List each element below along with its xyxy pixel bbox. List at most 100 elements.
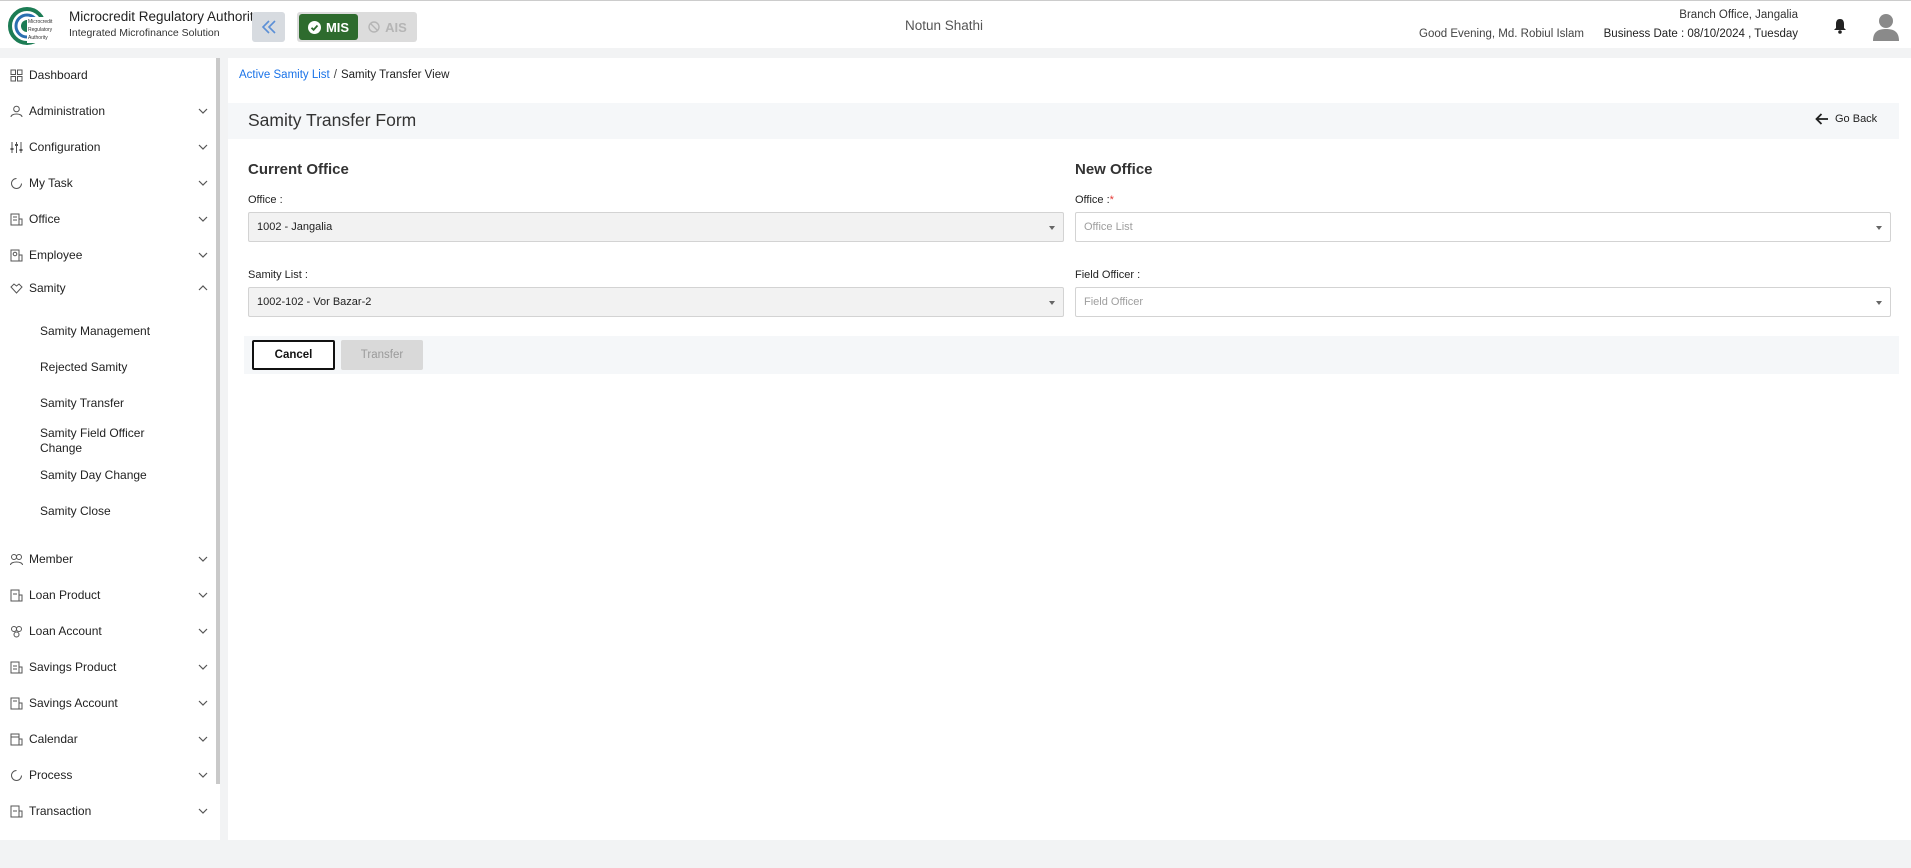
- mra-logo: Microcredit Regulatory Authority: [8, 7, 60, 45]
- sidebar-item-label: Dashboard: [29, 68, 88, 82]
- sidebar-item-my-task[interactable]: My Task: [0, 168, 216, 198]
- user-avatar-icon[interactable]: [1873, 13, 1899, 41]
- sidebar-item-savings-product[interactable]: Savings Product: [0, 652, 216, 682]
- current-office-select[interactable]: 1002 - Jangalia: [248, 212, 1064, 242]
- sidebar-item-member[interactable]: Member: [0, 544, 216, 574]
- caret-down-icon: [1876, 226, 1882, 230]
- office-icon: [10, 213, 23, 225]
- sidebar-item-transaction[interactable]: Transaction: [0, 796, 216, 826]
- sidebar-item-configuration[interactable]: Configuration: [0, 132, 216, 162]
- sidebar-subitem-samity-close[interactable]: Samity Close: [40, 504, 111, 519]
- org-name: Microcredit Regulatory Authority: [69, 9, 261, 24]
- double-chevron-left-icon: [261, 20, 276, 34]
- process-icon: [11, 769, 23, 781]
- form-header-bar: [228, 103, 1899, 139]
- caret-down-icon: [1876, 301, 1882, 305]
- loan-account-icon: [11, 625, 22, 637]
- main-content: [228, 58, 1911, 840]
- sliders-icon: [10, 141, 23, 153]
- field-officer-placeholder: Field Officer: [1084, 296, 1144, 308]
- arrow-left-icon: [1815, 113, 1828, 125]
- sidebar-item-label: Office: [29, 212, 61, 226]
- user-greeting: Good Evening, Md. Robiul Islam: [1419, 28, 1584, 40]
- sidebar-item-label: My Task: [29, 176, 73, 190]
- sidebar-item-label: Loan Account: [29, 624, 102, 638]
- sidebar-item-label: Member: [29, 552, 74, 566]
- breadcrumb: Active Samity List / Samity Transfer View: [239, 69, 449, 81]
- sidebar-item-process[interactable]: Process: [0, 760, 216, 790]
- required-asterisk: *: [1109, 194, 1114, 206]
- chevron-down-icon: [198, 664, 208, 670]
- sidebar-collapse-button[interactable]: [252, 12, 285, 42]
- svg-text:Authority: Authority: [28, 35, 48, 41]
- go-back-button[interactable]: Go Back: [1815, 113, 1877, 125]
- sidebar-item-label: Savings Product: [29, 660, 117, 674]
- chevron-up-icon: [198, 285, 208, 291]
- savings-product-icon: [10, 661, 23, 673]
- current-office-heading: Current Office: [248, 161, 349, 178]
- sidebar-subitem-samity-management[interactable]: Samity Management: [40, 324, 150, 339]
- transfer-button[interactable]: Transfer: [341, 340, 423, 370]
- sidebar-item-savings-account[interactable]: Savings Account: [0, 688, 216, 718]
- caret-down-icon: [1049, 301, 1055, 305]
- sidebar-item-administration[interactable]: Administration: [0, 96, 216, 126]
- sidebar-item-label: Process: [29, 768, 73, 782]
- samity-list-value: 1002-102 - Vor Bazar-2: [257, 296, 372, 308]
- sidebar-item-label: Employee: [29, 248, 83, 262]
- sidebar-item-office[interactable]: Office: [0, 204, 216, 234]
- field-officer-select[interactable]: Field Officer: [1075, 287, 1891, 317]
- new-office-heading: New Office: [1075, 161, 1153, 178]
- sidebar-subitem-rejected-samity[interactable]: Rejected Samity: [40, 360, 127, 375]
- mode-ais-label: AIS: [385, 19, 407, 35]
- samity-list-select[interactable]: 1002-102 - Vor Bazar-2: [248, 287, 1064, 317]
- go-back-label: Go Back: [1835, 113, 1878, 125]
- breadcrumb-link-active-samity-list[interactable]: Active Samity List: [239, 69, 330, 81]
- sidebar-item-samity[interactable]: Samity: [0, 273, 216, 303]
- ban-icon: [368, 21, 380, 33]
- transaction-icon: [10, 805, 23, 817]
- mode-toggle: MIS AIS: [297, 12, 417, 42]
- sidebar-item-label: Samity: [29, 281, 66, 295]
- sidebar-item-label: Savings Account: [29, 696, 118, 710]
- loan-product-icon: [10, 589, 23, 601]
- svg-text:Microcredit: Microcredit: [28, 19, 53, 25]
- sidebar-subitem-samity-transfer[interactable]: Samity Transfer: [40, 396, 124, 411]
- chevron-down-icon: [198, 772, 208, 778]
- employee-icon: [10, 249, 23, 261]
- business-date: Business Date : 08/10/2024 , Tuesday: [1603, 28, 1798, 40]
- chevron-down-icon: [198, 252, 208, 258]
- bell-icon[interactable]: [1833, 18, 1847, 34]
- samity-icon: [10, 282, 23, 294]
- chevron-down-icon: [198, 628, 208, 634]
- sidebar-item-calendar[interactable]: Calendar: [0, 724, 216, 754]
- caret-down-icon: [1049, 226, 1055, 230]
- sidebar-subitem-samity-field-officer-change[interactable]: Samity Field Officer Change: [40, 426, 170, 456]
- chevron-down-icon: [198, 556, 208, 562]
- chevron-down-icon: [198, 592, 208, 598]
- sidebar-scrollbar[interactable]: [216, 58, 220, 784]
- sidebar-item-label: Transaction: [29, 804, 92, 818]
- chevron-down-icon: [198, 216, 208, 222]
- chevron-down-icon: [198, 108, 208, 114]
- field-officer-label: Field Officer :: [1075, 269, 1141, 281]
- task-icon: [11, 177, 23, 189]
- sidebar-subitem-samity-day-change[interactable]: Samity Day Change: [40, 468, 147, 483]
- savings-account-icon: [10, 697, 23, 709]
- chevron-down-icon: [198, 736, 208, 742]
- dashboard-icon: [10, 69, 23, 81]
- sidebar-item-dashboard[interactable]: Dashboard: [0, 60, 216, 90]
- branch-office: Branch Office, Jangalia: [1679, 9, 1798, 21]
- new-office-select[interactable]: Office List: [1075, 212, 1891, 242]
- sidebar-item-loan-product[interactable]: Loan Product: [0, 580, 216, 610]
- sidebar-item-label: Configuration: [29, 140, 101, 154]
- current-office-value: 1002 - Jangalia: [257, 221, 333, 233]
- mode-ais-button[interactable]: AIS: [360, 14, 415, 40]
- mode-mis-label: MIS: [325, 19, 350, 35]
- sidebar: Dashboard Administration Configuration M…: [0, 58, 220, 840]
- sidebar-item-employee[interactable]: Employee: [0, 240, 216, 270]
- sidebar-item-loan-account[interactable]: Loan Account: [0, 616, 216, 646]
- chevron-down-icon: [198, 700, 208, 706]
- mode-mis-button[interactable]: MIS: [299, 14, 358, 40]
- form-actions-bar: [244, 336, 1899, 374]
- cancel-button[interactable]: Cancel: [252, 340, 335, 370]
